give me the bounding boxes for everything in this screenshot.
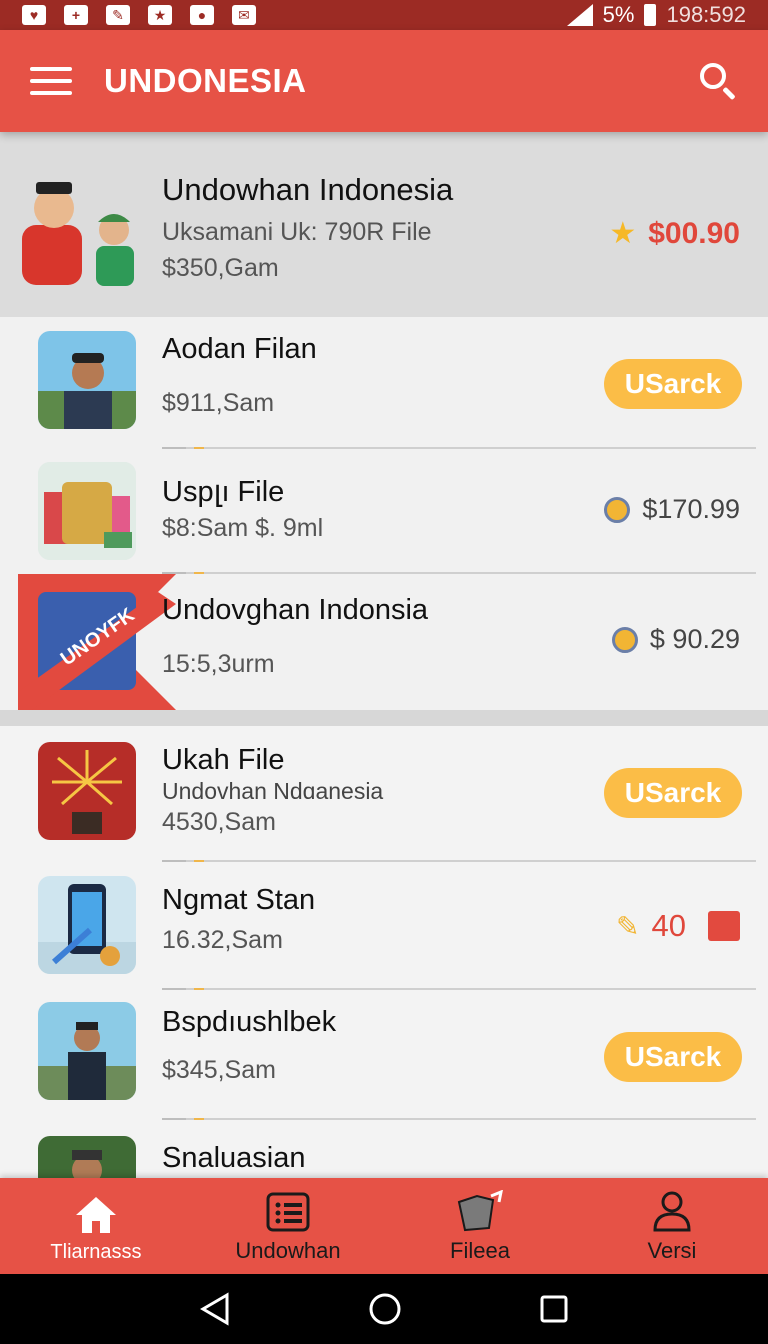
home-icon bbox=[76, 1197, 116, 1233]
item-size: $911,Sam bbox=[162, 389, 275, 417]
search-icon[interactable] bbox=[698, 61, 738, 101]
list-icon bbox=[266, 1192, 310, 1232]
file-list: Undowhan Indonesia Uksamani Uk: 790R Fil… bbox=[0, 132, 768, 1178]
nav-label: Fileea bbox=[450, 1238, 510, 1263]
bottom-navigation: Tliarnasss Undowhan Fileea Versi bbox=[0, 1178, 768, 1274]
item-price: $170.99 bbox=[642, 494, 740, 524]
item-badge: UNOYFK bbox=[18, 574, 178, 710]
app-title: UNDONESIA bbox=[104, 62, 307, 99]
featured-title: Undowhan Indonesia bbox=[162, 172, 454, 207]
recent-apps-icon[interactable] bbox=[539, 1294, 569, 1324]
item-subtitle: Undovhan Ndɑanesia bbox=[162, 778, 384, 804]
item-thumbnail bbox=[38, 742, 136, 840]
item-thumbnail bbox=[38, 1002, 136, 1100]
divider bbox=[162, 447, 756, 449]
system-navigation-bar bbox=[0, 1274, 768, 1344]
usarck-button[interactable]: USarck bbox=[604, 768, 742, 818]
featured-subtitle: Uksamani Uk: 790R File bbox=[162, 218, 432, 246]
nav-label: Versi bbox=[647, 1238, 697, 1263]
battery-icon bbox=[644, 4, 657, 26]
divider bbox=[162, 860, 756, 862]
featured-size: $350,Gam bbox=[162, 254, 279, 282]
coin-icon bbox=[604, 496, 631, 523]
divider bbox=[162, 988, 756, 990]
item-title: Uspլı File bbox=[162, 476, 285, 508]
back-icon[interactable] bbox=[199, 1292, 231, 1326]
star-icon: ★ bbox=[609, 217, 637, 250]
nav-label: Tliarnasss bbox=[50, 1241, 142, 1263]
menu-icon[interactable] bbox=[30, 67, 72, 95]
item-size: $8:Sam $. 9ml bbox=[162, 514, 324, 542]
coin-icon bbox=[611, 626, 638, 653]
featured-item[interactable]: Undowhan Indonesia Uksamani Uk: 790R Fil… bbox=[0, 132, 768, 317]
status-bar: ♥ + ✎ ★ ● ✉ 5% 198:592 bbox=[0, 0, 768, 30]
folder-icon bbox=[457, 1190, 503, 1232]
list-item[interactable]: Uspլı File $8:Sam $. 9ml $170.99 bbox=[0, 452, 768, 574]
item-title: Undovghan Indonsia bbox=[162, 594, 429, 626]
app-bar: UNDONESIA bbox=[0, 30, 768, 132]
nav-home[interactable]: Tliarnasss bbox=[0, 1178, 192, 1274]
item-thumbnail bbox=[38, 1136, 136, 1178]
notification-icon: ✎ bbox=[106, 5, 130, 25]
item-title: Ngmat Stan bbox=[162, 884, 316, 916]
home-button-icon[interactable] bbox=[368, 1292, 402, 1326]
item-size: 4530,Sam bbox=[162, 808, 276, 836]
item-thumbnail bbox=[38, 876, 136, 974]
signal-icon bbox=[566, 4, 593, 26]
item-title: Snaluasian bbox=[162, 1142, 306, 1174]
clock: 198:592 bbox=[666, 2, 746, 27]
star-notification-icon: ★ bbox=[148, 5, 172, 25]
item-price: $ 90.29 bbox=[649, 624, 740, 654]
item-thumbnail bbox=[38, 462, 136, 560]
list-item[interactable]: Bspdıushlbek $345,Sam USarck bbox=[0, 994, 768, 1128]
item-title: Bspdıushlbek bbox=[162, 1006, 337, 1038]
list-item-highlighted[interactable]: UNOYFK Undovghan Indonsia 15:5,3urm $ 90… bbox=[0, 574, 768, 710]
item-price-group: $170.99 bbox=[604, 494, 740, 525]
key-icon: ✎ bbox=[616, 910, 640, 942]
person-icon bbox=[653, 1191, 691, 1232]
battery-percent: 5% bbox=[602, 2, 635, 27]
list-item[interactable]: Ukah File Undovhan Ndɑanesia 4530,Sam US… bbox=[0, 726, 768, 864]
item-title: Ukah File bbox=[162, 744, 285, 776]
list-item[interactable]: Ngmat Stan 16.32,Sam ✎ 40 bbox=[0, 864, 768, 994]
item-count-group: ✎ 40 bbox=[616, 908, 740, 944]
notification-icon: ● bbox=[190, 5, 214, 25]
item-count: 40 bbox=[651, 908, 686, 943]
featured-illustration bbox=[22, 170, 140, 288]
item-thumbnail bbox=[38, 331, 136, 429]
nav-versi[interactable]: Versi bbox=[576, 1178, 768, 1274]
item-price-group: $ 90.29 bbox=[611, 624, 740, 655]
item-size: 16.32,Sam bbox=[162, 926, 283, 954]
notification-icon: ♥ bbox=[22, 5, 46, 25]
section-separator bbox=[0, 710, 768, 726]
list-item[interactable]: Snaluasian bbox=[0, 1128, 768, 1178]
item-title: Aodan Filan bbox=[162, 333, 317, 365]
nav-undowhan[interactable]: Undowhan bbox=[192, 1178, 384, 1274]
divider bbox=[162, 1118, 756, 1120]
usarck-button[interactable]: USarck bbox=[604, 359, 742, 409]
item-size: $345,Sam bbox=[162, 1056, 276, 1084]
featured-price: $00.90 bbox=[648, 216, 740, 250]
nav-label: Undowhan bbox=[235, 1238, 341, 1263]
featured-price-group: ★ $00.90 bbox=[609, 216, 740, 251]
calendar-icon[interactable] bbox=[708, 911, 740, 941]
mail-icon: ✉ bbox=[232, 5, 256, 25]
usarck-button[interactable]: USarck bbox=[604, 1032, 742, 1082]
nav-fileea[interactable]: Fileea bbox=[384, 1178, 576, 1274]
list-item[interactable]: Aodan Filan $911,Sam USarck bbox=[0, 317, 768, 452]
notification-icon: + bbox=[64, 5, 88, 25]
item-size: 15:5,3urm bbox=[162, 650, 275, 678]
